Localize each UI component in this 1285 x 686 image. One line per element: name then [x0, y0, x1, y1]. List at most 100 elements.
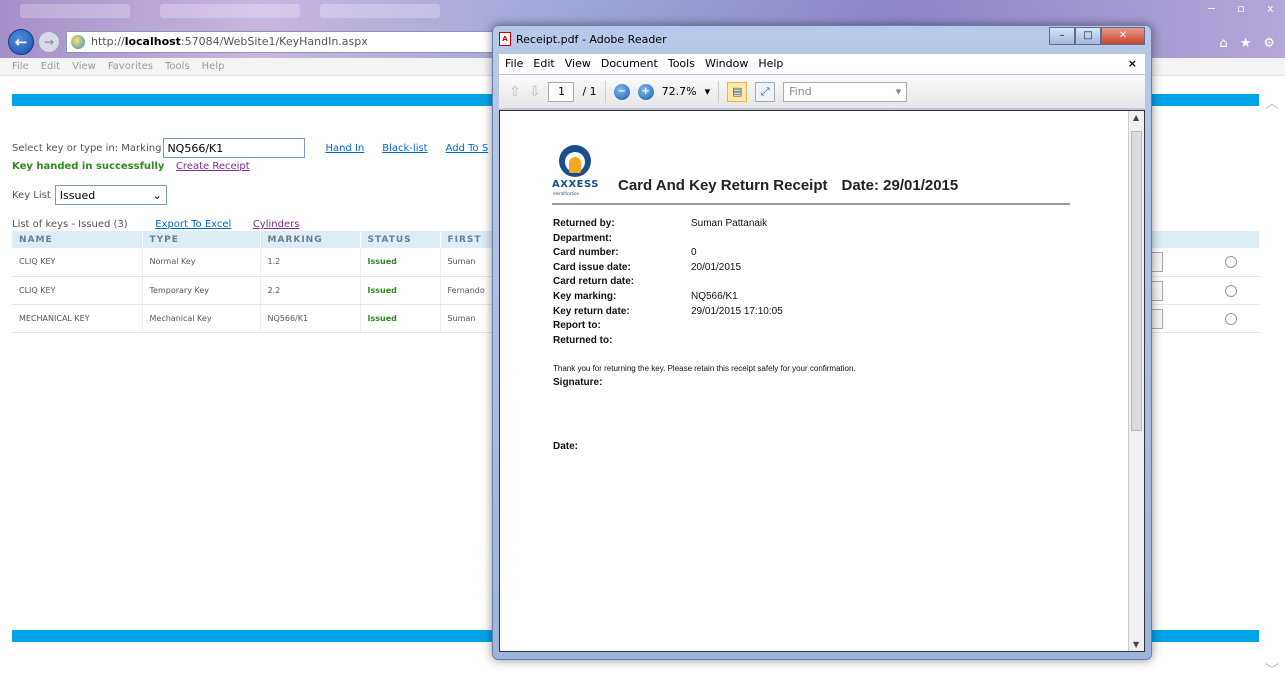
table-row[interactable]: MECHANICAL KEY Mechanical Key NQ566/K1 I… [12, 304, 493, 333]
reader-menu-view[interactable]: View [565, 54, 591, 74]
row-actions-table [1139, 231, 1259, 333]
ie-page-icon [71, 35, 85, 49]
document-scrollbar[interactable]: ▲ ▼ [1128, 111, 1144, 651]
scrollbar-thumb[interactable] [1131, 131, 1142, 431]
receipt-heading: Card And Key Return Receipt [618, 177, 828, 194]
key-select-row: Select key or type in: Marking Hand In B… [12, 138, 488, 158]
reader-menu-document[interactable]: Document [601, 54, 658, 74]
date-label: Date: [553, 441, 579, 452]
scroll-down-arrow-icon[interactable]: ▼ [1133, 640, 1139, 649]
reader-menu-help[interactable]: Help [758, 54, 783, 74]
maximize-icon[interactable]: ▫ [1226, 0, 1255, 20]
scroll-up-icon[interactable]: ︿ [1265, 93, 1279, 113]
close-document-icon[interactable]: × [1128, 54, 1137, 74]
menu-favorites[interactable]: Favorites [108, 58, 153, 75]
menu-help[interactable]: Help [202, 58, 225, 75]
toolbar-separator [718, 80, 720, 103]
column-header[interactable]: MARKING [260, 231, 361, 248]
hand-in-link[interactable]: Hand In [325, 143, 364, 154]
table-header-row: NAME TYPE MARKING STATUS FIRST [12, 231, 493, 248]
key-list-row: Key List Issued ⌄ [12, 185, 167, 205]
column-header[interactable]: FIRST [440, 231, 493, 248]
scroll-up-arrow-icon[interactable]: ▲ [1133, 113, 1139, 122]
forward-button[interactable]: → [38, 31, 60, 53]
fit-page-icon[interactable]: ▤ [727, 81, 748, 102]
status-row: Key handed in successfully Create Receip… [12, 159, 250, 172]
select-key-label: Select key or type in: Marking [12, 142, 162, 154]
chevron-down-icon: ⌄ [152, 188, 162, 202]
zoom-dropdown-icon[interactable]: ▾ [705, 85, 711, 98]
page-number-input[interactable]: 1 [548, 81, 575, 102]
column-header[interactable]: NAME [12, 231, 143, 248]
previous-page-icon[interactable]: ⇧ [509, 84, 521, 100]
row-select-radio[interactable] [1225, 312, 1237, 325]
zoom-out-icon[interactable]: − [613, 83, 630, 100]
add-to-link[interactable]: Add To S [446, 143, 489, 154]
settings-gear-icon[interactable]: ⚙ [1263, 36, 1275, 51]
row-select-radio[interactable] [1225, 256, 1237, 268]
create-receipt-link[interactable]: Create Receipt [176, 161, 250, 172]
receipt-field: Returned to: [553, 334, 783, 349]
receipt-field: Returned by: Suman Pattanaik [553, 217, 783, 232]
reader-close-icon[interactable]: ✕ [1101, 27, 1145, 45]
reader-menu-tools[interactable]: Tools [668, 54, 695, 74]
receipt-field: Key marking: NQ566/K1 [553, 290, 783, 305]
receipt-date: Date: 29/01/2015 [841, 177, 959, 194]
field-value: 20/01/2015 [691, 261, 742, 273]
receipt-title: Card And Key Return Receipt Date: 29/01/2… [618, 177, 958, 194]
menu-view[interactable]: View [72, 58, 96, 75]
fit-width-icon[interactable]: ⤢ [755, 81, 776, 102]
receipt-field: Department: [553, 232, 783, 247]
receipt-field: Card issue date: 20/01/2015 [553, 261, 783, 276]
field-label: Returned to: [553, 334, 613, 346]
find-input[interactable]: Find ▾ [783, 81, 908, 102]
menu-edit[interactable]: Edit [41, 58, 60, 75]
zoom-level[interactable]: 72.7% [662, 85, 697, 98]
scroll-down-icon[interactable]: ﹀ [1265, 660, 1279, 680]
column-header[interactable]: TYPE [142, 231, 261, 248]
url-prefix: http:// [91, 35, 125, 48]
field-value: 0 [691, 247, 697, 259]
row-action-cell [1139, 248, 1259, 277]
cell-type: Mechanical Key [142, 304, 261, 333]
home-icon[interactable]: ⌂ [1219, 36, 1227, 51]
close-icon[interactable]: x [1256, 0, 1285, 20]
key-list-dropdown[interactable]: Issued ⌄ [54, 185, 167, 205]
menu-tools[interactable]: Tools [165, 58, 190, 75]
cell-marking: 2.2 [260, 276, 361, 305]
table-row[interactable]: CLIQ KEY Normal Key 1.2 Issued Suman [12, 248, 493, 277]
reader-maximize-icon[interactable]: □ [1075, 27, 1101, 45]
reader-minimize-icon[interactable]: – [1049, 27, 1075, 45]
next-page-icon[interactable]: ⇩ [529, 84, 541, 100]
table-row[interactable]: CLIQ KEY Temporary Key 2.2 Issued Fernan… [12, 276, 493, 305]
field-label: Card number: [553, 247, 619, 259]
field-value: 29/01/2015 17:10:05 [691, 305, 783, 317]
favorites-star-icon[interactable]: ★ [1240, 36, 1252, 51]
page-total: / 1 [582, 85, 597, 98]
marking-input[interactable] [163, 138, 306, 158]
cell-type: Temporary Key [142, 276, 261, 305]
cylinders-link[interactable]: Cylinders [253, 219, 300, 230]
black-list-link[interactable]: Black-list [382, 143, 427, 154]
blurred-tab [20, 4, 130, 18]
signature-label: Signature: [553, 377, 603, 388]
reader-menu-bar: File Edit View Document Tools Window Hel… [499, 54, 1145, 74]
menu-file[interactable]: File [12, 58, 29, 75]
row-select-radio[interactable] [1225, 284, 1237, 297]
export-excel-link[interactable]: Export To Excel [155, 219, 231, 230]
url-path: :57084/WebSite1/KeyHandIn.aspx [180, 35, 368, 48]
zoom-in-icon[interactable]: + [637, 83, 654, 100]
reader-title-bar: A Receipt.pdf - Adobe Reader [499, 32, 667, 46]
cell-first: Suman [440, 248, 493, 277]
blurred-tab [320, 4, 440, 18]
column-header[interactable]: STATUS [360, 231, 441, 248]
reader-menu-file[interactable]: File [505, 54, 523, 74]
back-button[interactable]: ← [8, 29, 34, 55]
find-dropdown-icon[interactable]: ▾ [896, 83, 902, 101]
reader-menu-window[interactable]: Window [705, 54, 748, 74]
cell-first: Fernando [440, 276, 493, 305]
address-bar[interactable]: http://localhost:57084/WebSite1/KeyHandI… [66, 31, 494, 53]
reader-menu-edit[interactable]: Edit [533, 54, 554, 74]
toolbar-separator [604, 80, 606, 103]
minimize-icon[interactable]: − [1197, 0, 1226, 20]
